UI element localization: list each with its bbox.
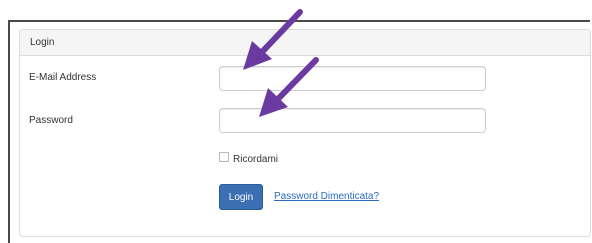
arrow-annotation-icon bbox=[243, 9, 303, 70]
arrow-annotation-icon bbox=[259, 57, 319, 117]
annotation-arrows bbox=[243, 9, 319, 117]
